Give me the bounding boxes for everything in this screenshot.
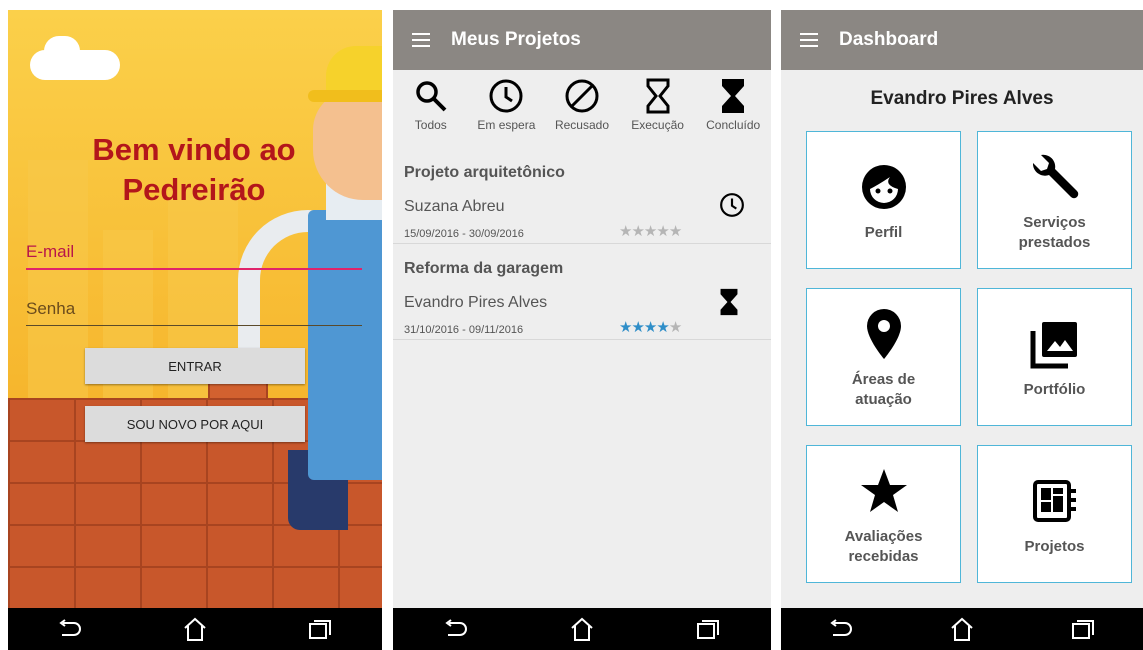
clock-icon — [488, 76, 524, 116]
star-filled-icon: ★ — [631, 319, 644, 336]
worker-helmet-brim — [308, 90, 382, 102]
hourglass-filled-icon — [720, 76, 746, 116]
back-icon[interactable] — [436, 612, 476, 646]
filter-label: Em espera — [477, 118, 536, 132]
rating-stars: ★★★★★ — [619, 318, 682, 336]
cloud-shape — [44, 36, 80, 66]
project-title: Projeto arquitetônico — [404, 164, 565, 181]
home-icon[interactable] — [562, 612, 602, 646]
welcome-line-1: Bem vindo ao — [92, 132, 296, 167]
star-empty-icon: ★ — [668, 319, 682, 336]
home-icon[interactable] — [175, 612, 215, 646]
star-empty-icon: ★ — [619, 223, 632, 240]
new-user-button[interactable]: SOU NOVO POR AQUI — [85, 406, 305, 442]
location-pin-icon — [864, 304, 904, 364]
tile-label: Áreas de atuação — [851, 371, 916, 408]
dashboard-screen: Dashboard Evandro Pires Alves Perfil Ser… — [781, 10, 1143, 650]
tile-label: Serviços prestados — [1018, 214, 1091, 251]
welcome-title: Bem vindo ao Pedreirão — [8, 130, 380, 210]
welcome-line-2: Pedreirão — [122, 172, 266, 207]
filter-in-progress[interactable]: Execução — [623, 76, 693, 142]
android-nav-bar — [781, 608, 1143, 650]
tile-label: Avaliações recebidas — [844, 528, 923, 565]
android-nav-bar — [8, 608, 382, 650]
rating-stars: ★★★★★ — [619, 222, 682, 240]
filter-label: Execução — [631, 118, 684, 132]
menu-icon[interactable] — [393, 10, 451, 70]
project-dates: 15/09/2016 - 30/09/2016 — [404, 228, 524, 240]
recent-apps-icon[interactable] — [688, 612, 728, 646]
star-empty-icon: ★ — [668, 223, 682, 240]
tile-areas[interactable]: Áreas de atuação — [806, 288, 961, 426]
app-bar: Meus Projetos — [393, 10, 771, 70]
projects-screen: Meus Projetos Todos Em espera Recusado E… — [393, 10, 771, 650]
filter-refused[interactable]: Recusado — [547, 76, 617, 142]
filter-waiting[interactable]: Em espera — [471, 76, 541, 142]
photo-library-icon — [1030, 314, 1080, 374]
star-filled-icon: ★ — [643, 319, 657, 336]
filter-all[interactable]: Todos — [396, 76, 466, 142]
menu-icon[interactable] — [781, 10, 839, 70]
tile-profile[interactable]: Perfil — [806, 131, 961, 269]
project-title: Reforma da garagem — [404, 260, 564, 277]
tile-services[interactable]: Serviços prestados — [977, 131, 1132, 269]
star-empty-icon: ★ — [656, 223, 669, 240]
star-empty-icon: ★ — [631, 223, 644, 240]
star-filled-icon: ★ — [656, 319, 669, 336]
android-nav-bar — [393, 608, 771, 650]
tile-portfolio[interactable]: Portfólio — [977, 288, 1132, 426]
project-client: Suzana Abreu — [404, 198, 505, 215]
recent-apps-icon[interactable] — [1063, 612, 1103, 646]
hourglass-filled-icon — [719, 288, 745, 316]
project-list-item[interactable]: Projeto arquitetônico Suzana Abreu 15/09… — [393, 154, 771, 244]
page-title: Meus Projetos — [451, 29, 581, 50]
blocked-icon — [564, 76, 600, 116]
star-filled-icon: ★ — [619, 319, 632, 336]
project-dates: 31/10/2016 - 09/11/2016 — [404, 324, 524, 336]
tile-label: Projetos — [1024, 538, 1085, 555]
tile-label: Perfil — [864, 224, 903, 241]
app-bar: Dashboard — [781, 10, 1143, 70]
email-input[interactable] — [26, 236, 362, 268]
worker-helmet-illustration — [326, 46, 382, 96]
clock-icon — [719, 192, 745, 218]
email-field — [26, 236, 362, 270]
tile-projects[interactable]: Projetos — [977, 445, 1132, 583]
wrench-icon — [1027, 147, 1083, 207]
back-icon[interactable] — [50, 612, 90, 646]
search-icon — [414, 76, 448, 116]
filter-label: Recusado — [554, 118, 609, 132]
filter-bar: Todos Em espera Recusado Execução Conclu… — [393, 76, 771, 142]
hourglass-outline-icon — [645, 76, 671, 116]
dashboard-board-icon — [1032, 471, 1078, 531]
recent-apps-icon[interactable] — [300, 612, 340, 646]
filter-done[interactable]: Concluído — [698, 76, 768, 142]
user-name: Evandro Pires Alves — [870, 88, 1054, 109]
back-icon[interactable] — [821, 612, 861, 646]
face-icon — [860, 157, 908, 217]
home-icon[interactable] — [942, 612, 982, 646]
password-input[interactable] — [26, 292, 362, 325]
project-list-item[interactable]: Reforma da garagem Evandro Pires Alves 3… — [393, 250, 771, 340]
project-client: Evandro Pires Alves — [404, 294, 548, 311]
password-field — [26, 292, 362, 326]
login-screen: Bem vindo ao Pedreirão ENTRAR SOU NOVO P… — [8, 10, 382, 650]
tile-label: Portfólio — [1023, 381, 1086, 398]
star-icon — [860, 461, 908, 521]
star-empty-icon: ★ — [643, 223, 657, 240]
filter-label: Concluído — [706, 118, 761, 132]
tile-reviews[interactable]: Avaliações recebidas — [806, 445, 961, 583]
page-title: Dashboard — [839, 29, 939, 50]
filter-label: Todos — [414, 118, 447, 132]
enter-button[interactable]: ENTRAR — [85, 348, 305, 384]
